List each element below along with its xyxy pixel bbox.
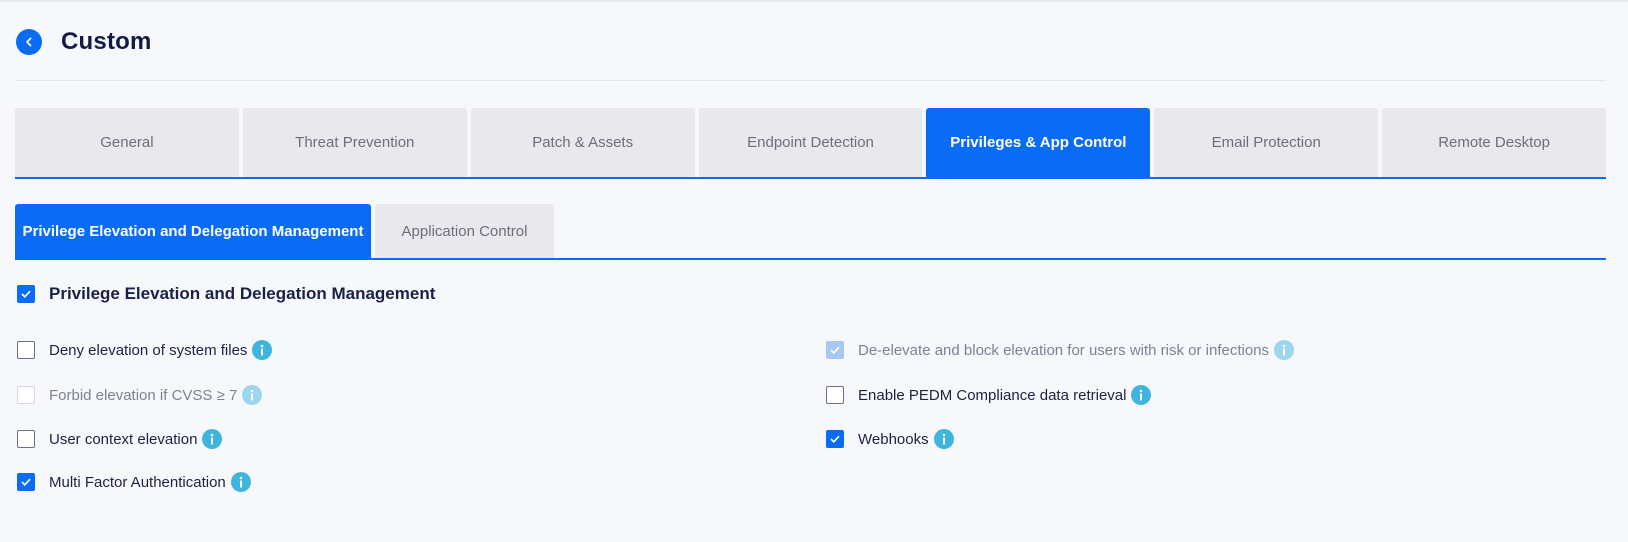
tab-threat-prevention[interactable]: Threat Prevention xyxy=(242,108,467,177)
tab-patch-assets[interactable]: Patch & Assets xyxy=(470,108,695,177)
deny-system-files-label: Deny elevation of system files xyxy=(49,341,248,359)
tab-privileges-app-control[interactable]: Privileges & App Control xyxy=(926,108,1151,177)
tab-remote-desktop[interactable]: Remote Desktop xyxy=(1382,108,1607,177)
info-icon[interactable] xyxy=(933,429,954,449)
pedm-section-checkbox[interactable] xyxy=(17,285,35,303)
check-icon xyxy=(21,478,31,486)
info-icon[interactable] xyxy=(1274,340,1295,360)
tabs-underline xyxy=(15,177,1606,179)
info-icon[interactable] xyxy=(230,472,251,492)
check-icon xyxy=(830,435,840,443)
option-forbid-cvss: Forbid elevation if CVSS ≥ 7 xyxy=(17,384,263,406)
de-elevate-risk-label: De-elevate and block elevation for users… xyxy=(858,341,1270,359)
pedm-section-toggle: Privilege Elevation and Delegation Manag… xyxy=(17,284,435,304)
de-elevate-risk-checkbox[interactable] xyxy=(826,341,844,359)
user-context-elevation-label: User context elevation xyxy=(49,430,198,448)
pedm-compliance-checkbox[interactable] xyxy=(826,386,844,404)
subtab-pedm[interactable]: Privilege Elevation and Delegation Manag… xyxy=(15,204,371,259)
option-user-context-elevation: User context elevation xyxy=(17,428,223,450)
pedm-compliance-label: Enable PEDM Compliance data retrieval xyxy=(858,386,1127,404)
page-header: Custom xyxy=(16,28,152,56)
webhooks-label: Webhooks xyxy=(858,430,929,448)
forbid-cvss-label: Forbid elevation if CVSS ≥ 7 xyxy=(49,386,238,404)
option-pedm-compliance: Enable PEDM Compliance data retrieval xyxy=(826,384,1152,406)
back-button[interactable] xyxy=(16,29,42,55)
option-deny-system-files: Deny elevation of system files xyxy=(17,339,273,361)
info-icon[interactable] xyxy=(252,340,273,360)
tab-general[interactable]: General xyxy=(15,108,239,177)
option-mfa: Multi Factor Authentication xyxy=(17,471,251,493)
forbid-cvss-checkbox[interactable] xyxy=(17,386,35,404)
sub-tabs: Privilege Elevation and Delegation Manag… xyxy=(15,204,554,259)
user-context-elevation-checkbox[interactable] xyxy=(17,430,35,448)
main-tabs: General Threat Prevention Patch & Assets… xyxy=(15,108,1607,178)
info-icon[interactable] xyxy=(242,385,263,405)
pedm-section-label: Privilege Elevation and Delegation Manag… xyxy=(49,284,436,303)
webhooks-checkbox[interactable] xyxy=(826,430,844,448)
subtabs-underline xyxy=(15,258,1606,260)
top-border xyxy=(0,0,1628,2)
header-divider xyxy=(15,80,1606,81)
info-icon[interactable] xyxy=(1131,385,1152,405)
mfa-checkbox[interactable] xyxy=(17,473,35,491)
tab-endpoint-detection[interactable]: Endpoint Detection xyxy=(698,108,923,177)
page-title: Custom xyxy=(61,28,152,55)
mfa-label: Multi Factor Authentication xyxy=(49,473,226,491)
tab-email-protection[interactable]: Email Protection xyxy=(1154,108,1379,177)
check-icon xyxy=(21,290,31,298)
deny-system-files-checkbox[interactable] xyxy=(17,341,35,359)
subtab-application-control[interactable]: Application Control xyxy=(375,204,554,259)
chevron-left-icon xyxy=(26,37,32,47)
check-icon xyxy=(830,346,840,354)
option-webhooks: Webhooks xyxy=(826,428,954,450)
info-icon[interactable] xyxy=(202,429,223,449)
option-de-elevate-risk: De-elevate and block elevation for users… xyxy=(826,339,1295,361)
